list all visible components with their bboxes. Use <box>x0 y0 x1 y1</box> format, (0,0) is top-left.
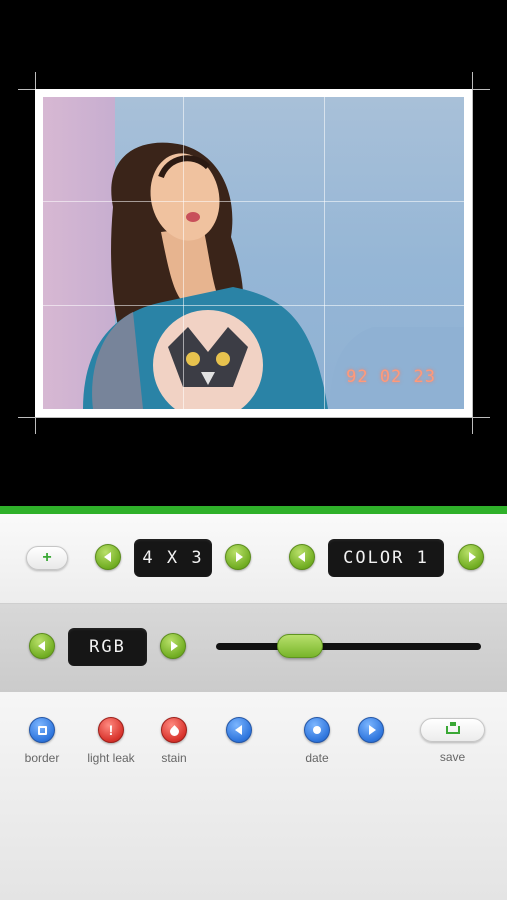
photo: 92 02 23 <box>43 97 464 409</box>
date-next-button[interactable] <box>358 717 384 743</box>
mode-next-button[interactable] <box>160 633 186 659</box>
save-button[interactable] <box>420 718 485 742</box>
light-leak-button[interactable]: ! <box>98 717 124 743</box>
date-tool[interactable]: date <box>272 717 362 765</box>
exclamation-icon: ! <box>108 722 114 738</box>
chevron-right-icon <box>235 552 243 562</box>
crop-guide-right <box>472 72 473 434</box>
add-button[interactable]: + <box>26 546 68 570</box>
aspect-next-button[interactable] <box>225 544 251 570</box>
chevron-right-icon <box>468 552 476 562</box>
accent-bar <box>0 506 507 514</box>
date-label: date <box>305 751 329 765</box>
intensity-slider-track[interactable] <box>216 643 481 650</box>
intensity-slider-thumb[interactable] <box>277 634 323 658</box>
chevron-left-icon <box>297 552 305 562</box>
color-filter-display: COLOR 1 <box>328 539 444 577</box>
date-toggle-button[interactable] <box>304 717 330 743</box>
chevron-left-icon <box>103 552 111 562</box>
aspect-ratio-display: 4 X 3 <box>134 539 212 577</box>
date-stamp: 92 02 23 <box>346 367 436 387</box>
photo-preview: 92 02 23 <box>0 0 507 506</box>
color-next-button[interactable] <box>458 544 484 570</box>
grid-line-h1 <box>43 201 464 202</box>
square-icon <box>37 725 47 735</box>
portrait-illustration <box>43 97 464 409</box>
chevron-left-icon <box>234 725 242 735</box>
save-label: save <box>439 750 466 764</box>
stain-tool[interactable]: stain <box>129 717 219 765</box>
grid-line-v2 <box>324 97 325 409</box>
stain-button[interactable] <box>161 717 187 743</box>
dot-icon <box>313 726 321 734</box>
date-prev-button[interactable] <box>226 717 252 743</box>
photo-frame[interactable]: 92 02 23 <box>35 89 472 417</box>
border-button[interactable] <box>29 717 55 743</box>
date-next-tool[interactable] <box>351 717 391 743</box>
chevron-right-icon <box>368 725 376 735</box>
grid-line-v1 <box>183 97 184 409</box>
chevron-right-icon <box>170 641 178 651</box>
save-tray-icon <box>445 722 460 734</box>
color-mode-display: RGB <box>68 628 147 666</box>
chevron-left-icon <box>37 641 45 651</box>
date-prev-tool[interactable] <box>219 717 259 743</box>
aspect-prev-button[interactable] <box>95 544 121 570</box>
color-prev-button[interactable] <box>289 544 315 570</box>
drop-icon <box>167 724 181 738</box>
stain-label: stain <box>161 751 187 765</box>
grid-line-h2 <box>43 305 464 306</box>
crop-guide-bottom <box>18 417 490 418</box>
mode-prev-button[interactable] <box>29 633 55 659</box>
